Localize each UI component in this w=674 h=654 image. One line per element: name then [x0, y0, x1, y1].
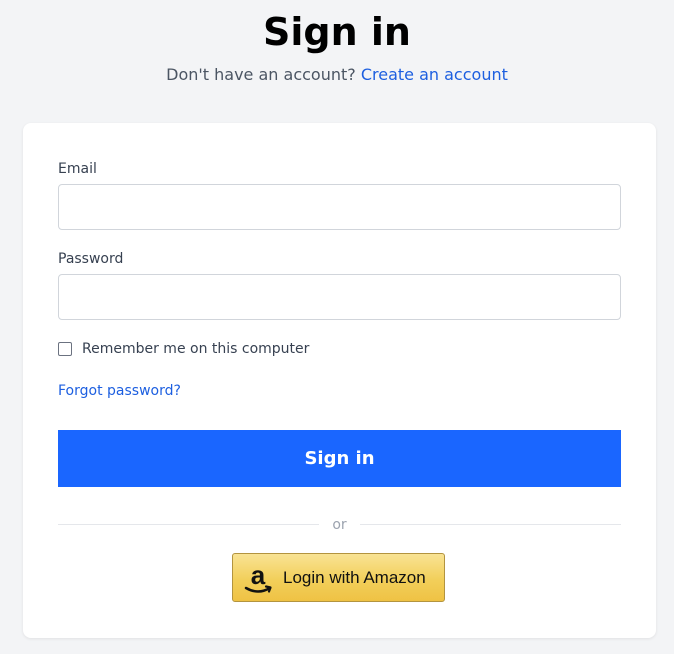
signup-prompt: Don't have an account? Create an account [0, 64, 674, 86]
divider-text: or [332, 517, 347, 533]
password-label: Password [58, 251, 124, 267]
or-divider: or [58, 515, 621, 535]
divider-line-left [58, 524, 319, 525]
forgot-password-link[interactable]: Forgot password? [58, 381, 181, 401]
sign-in-button[interactable]: Sign in [58, 430, 621, 487]
email-field[interactable] [58, 184, 621, 230]
login-with-amazon-button[interactable]: a Login with Amazon [232, 553, 445, 602]
remember-me-checkbox[interactable] [58, 342, 72, 356]
svg-text:a: a [251, 560, 266, 590]
page-title: Sign in [263, 10, 411, 54]
create-account-link[interactable]: Create an account [361, 65, 508, 84]
password-field[interactable] [58, 274, 621, 320]
remember-me-label: Remember me on this computer [82, 341, 310, 357]
remember-me: Remember me on this computer [58, 339, 309, 359]
signup-prompt-text: Don't have an account? [166, 65, 356, 84]
email-label: Email [58, 161, 97, 177]
signin-card: Email Password Remember me on this compu… [23, 123, 656, 638]
amazon-button-label: Login with Amazon [283, 567, 426, 587]
divider-line-right [360, 524, 621, 525]
amazon-logo-icon: a [243, 560, 273, 596]
